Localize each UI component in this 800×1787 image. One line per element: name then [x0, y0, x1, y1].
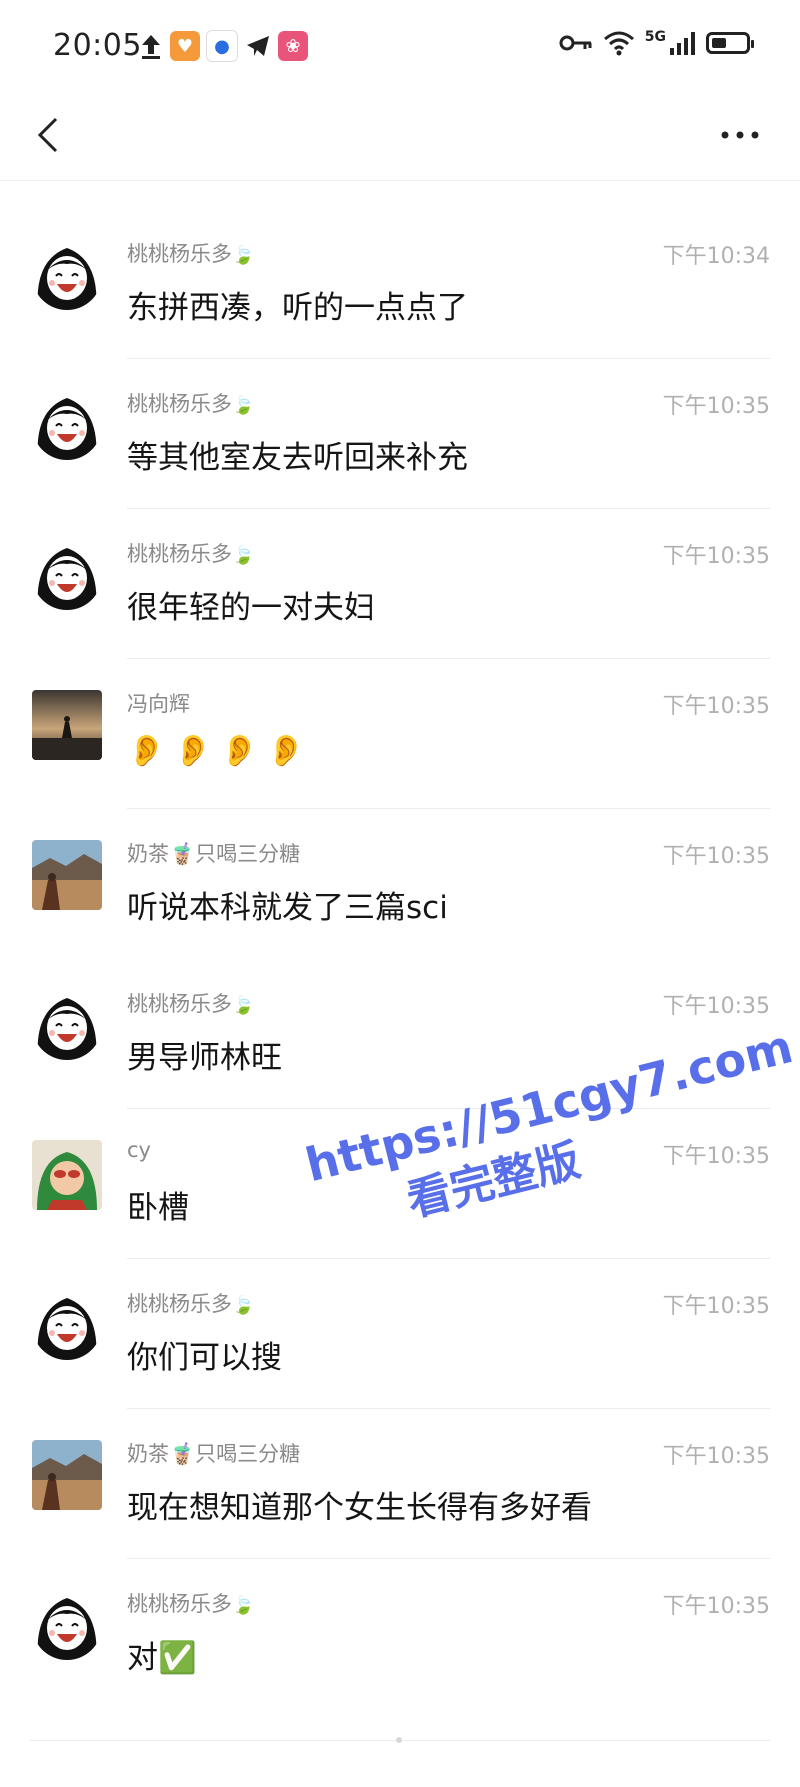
avatar[interactable]	[32, 540, 102, 610]
battery-icon	[706, 32, 754, 54]
message-text: 男导师林旺	[127, 1040, 282, 1076]
sender-name: 奶茶🧋只喝三分糖	[127, 1442, 301, 1466]
message-time: 下午10:35	[662, 694, 770, 719]
sender-name: 奶茶🧋只喝三分糖	[127, 842, 301, 866]
message-item[interactable]: 桃桃杨乐多🍃 下午10:35 男导师林旺	[0, 990, 800, 1140]
network-label: 5G	[644, 29, 666, 45]
signal-icon	[670, 32, 695, 55]
message-text: 卧槽	[127, 1190, 189, 1226]
notification-icons: ♥ ● ❀	[138, 30, 308, 62]
message-text: 等其他室友去听回来补充	[127, 440, 468, 476]
message-text: 你们可以搜	[127, 1340, 282, 1376]
message-text: 东拼西凑，听的一点点了	[127, 290, 468, 326]
message-text: 很年轻的一对夫妇	[127, 590, 375, 626]
message-item[interactable]: 桃桃杨乐多🍃 下午10:35 等其他室友去听回来补充	[0, 390, 800, 540]
sender-name: 桃桃杨乐多🍃	[127, 542, 255, 566]
divider	[127, 1108, 770, 1109]
avatar[interactable]	[32, 1140, 102, 1210]
sender-name: 桃桃杨乐多🍃	[127, 242, 255, 266]
app-icon-pink: ❀	[278, 31, 308, 61]
message-text: 👂👂👂👂	[127, 733, 314, 769]
message-text: 现在想知道那个女生长得有多好看	[127, 1490, 592, 1526]
divider	[127, 658, 770, 659]
sender-name: 桃桃杨乐多🍃	[127, 1292, 255, 1316]
nav-bar	[0, 90, 800, 181]
divider	[127, 1408, 770, 1409]
system-icons: 5G	[559, 29, 754, 56]
message-time: 下午10:35	[662, 844, 770, 869]
app-icon-blue: ●	[206, 30, 238, 62]
message-time: 下午10:35	[662, 994, 770, 1019]
message-text: 对✅	[127, 1640, 197, 1676]
avatar[interactable]	[32, 390, 102, 460]
sender-name: 桃桃杨乐多🍃	[127, 1592, 255, 1616]
avatar[interactable]	[32, 1440, 102, 1510]
wifi-icon	[603, 31, 634, 56]
sender-name: cy	[127, 1138, 151, 1162]
avatar[interactable]	[32, 840, 102, 910]
avatar[interactable]	[32, 690, 102, 760]
message-item[interactable]: 奶茶🧋只喝三分糖 下午10:35 听说本科就发了三篇sci	[0, 840, 800, 990]
message-item[interactable]: 冯向辉 下午10:35 👂👂👂👂	[0, 690, 800, 840]
message-time: 下午10:35	[662, 1444, 770, 1469]
key-icon	[559, 35, 592, 51]
divider	[127, 808, 770, 809]
divider	[127, 358, 770, 359]
message-time: 下午10:34	[662, 244, 770, 269]
avatar[interactable]	[32, 1290, 102, 1360]
message-time: 下午10:35	[662, 1594, 770, 1619]
divider	[127, 1558, 770, 1559]
message-text: 听说本科就发了三篇sci	[127, 890, 448, 926]
message-item[interactable]: 桃桃杨乐多🍃 下午10:35 很年轻的一对夫妇	[0, 540, 800, 690]
message-item[interactable]: cy 下午10:35 卧槽	[0, 1138, 800, 1290]
avatar[interactable]	[32, 240, 102, 310]
sender-name: 桃桃杨乐多🍃	[127, 392, 255, 416]
message-item[interactable]: 桃桃杨乐多🍃 下午10:35 你们可以搜	[0, 1290, 800, 1440]
message-time: 下午10:35	[662, 1144, 770, 1169]
sender-name: 冯向辉	[127, 692, 190, 716]
app-icon-orange: ♥	[170, 31, 200, 61]
upload-icon	[142, 35, 160, 59]
avatar[interactable]	[32, 1590, 102, 1660]
divider	[127, 508, 770, 509]
sender-name: 桃桃杨乐多🍃	[127, 992, 255, 1016]
message-item[interactable]: 奶茶🧋只喝三分糖 下午10:35 现在想知道那个女生长得有多好看	[0, 1440, 800, 1590]
message-time: 下午10:35	[662, 1294, 770, 1319]
chevron-left-icon[interactable]	[28, 110, 68, 160]
telegram-icon	[247, 36, 269, 56]
divider	[127, 1258, 770, 1259]
scroll-indicator	[396, 1737, 402, 1743]
status-bar: 20:05 ♥ ● ❀ 5G	[0, 0, 800, 90]
message-time: 下午10:35	[662, 394, 770, 419]
more-horizontal-icon[interactable]	[710, 110, 770, 160]
message-time: 下午10:35	[662, 544, 770, 569]
avatar[interactable]	[32, 990, 102, 1060]
message-item[interactable]: 桃桃杨乐多🍃 下午10:34 东拼西凑，听的一点点了	[0, 240, 800, 390]
status-time: 20:05	[53, 28, 142, 63]
message-item[interactable]: 桃桃杨乐多🍃 下午10:35 对✅	[0, 1590, 800, 1740]
